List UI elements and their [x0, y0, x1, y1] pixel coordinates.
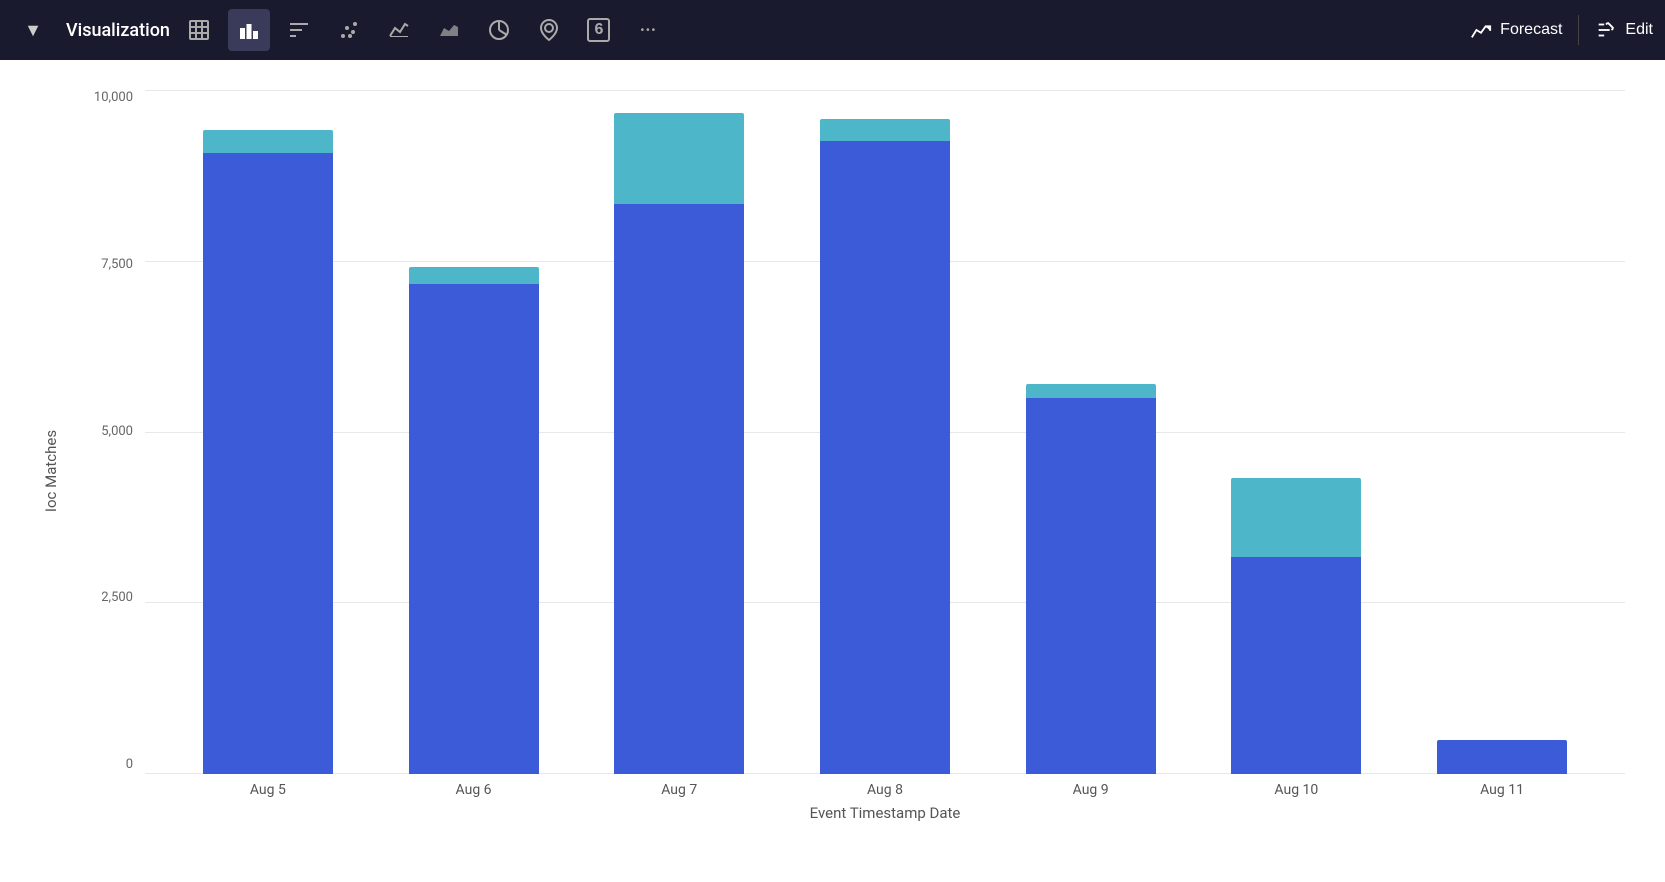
bar-group-aug-11	[1432, 90, 1572, 774]
sorted-list-icon-button[interactable]	[278, 9, 320, 51]
chart-inner: 0 2,500 5,000 7,500 10,000	[80, 90, 1625, 822]
area-chart-icon-button[interactable]	[428, 9, 470, 51]
y-tick-0: 0	[126, 757, 133, 772]
y-axis-label: Ioc Matches	[42, 430, 60, 512]
x-tick-aug-6: Aug 6	[404, 782, 544, 798]
area-chart-icon	[437, 18, 461, 42]
edit-label: Edit	[1625, 21, 1653, 39]
y-tick-2500: 2,500	[101, 590, 133, 605]
edit-icon	[1595, 19, 1617, 41]
visualization-title: Visualization	[66, 20, 170, 41]
x-tick-aug-5: Aug 5	[198, 782, 338, 798]
bar-bottom-3	[820, 141, 950, 774]
chart-plot: 0 2,500 5,000 7,500 10,000	[80, 90, 1625, 774]
forecast-icon	[1470, 19, 1492, 41]
scatter-icon	[337, 18, 361, 42]
more-icon-button[interactable]: •••	[628, 9, 670, 51]
bar-top-0	[203, 130, 333, 153]
forecast-button[interactable]: Forecast	[1470, 19, 1562, 41]
bar-bottom-2	[614, 204, 744, 774]
bar-group-aug-6	[404, 90, 544, 774]
x-tick-aug-9: Aug 9	[1021, 782, 1161, 798]
x-tick-aug-11: Aug 11	[1432, 782, 1572, 798]
bar-group-aug-5	[198, 90, 338, 774]
toolbar: ▼ Visualization	[0, 0, 1665, 60]
map-icon	[537, 18, 561, 42]
sorted-list-icon	[287, 18, 311, 42]
toolbar-left: ▼ Visualization	[12, 9, 1466, 51]
map-icon-button[interactable]	[528, 9, 570, 51]
x-tick-aug-8: Aug 8	[815, 782, 955, 798]
y-tick-5000: 5,000	[101, 424, 133, 439]
x-axis-label: Event Timestamp Date	[145, 804, 1625, 822]
toolbar-right: Forecast Edit	[1470, 15, 1653, 45]
x-axis: Aug 5 Aug 6 Aug 7 Aug 8 Aug 9 Aug 10 Aug 11	[145, 774, 1625, 798]
more-icon: •••	[641, 25, 658, 36]
edit-button[interactable]: Edit	[1595, 19, 1653, 41]
bar-bottom-4	[1026, 398, 1156, 774]
bar-top-1	[409, 267, 539, 284]
bar-group-aug-9	[1021, 90, 1161, 774]
x-tick-aug-7: Aug 7	[609, 782, 749, 798]
bar-bottom-0	[203, 153, 333, 774]
y-tick-10000: 10,000	[94, 90, 133, 105]
bar-top-2	[614, 113, 744, 204]
bar-bottom-1	[409, 284, 539, 774]
line-chart-icon-button[interactable]	[378, 9, 420, 51]
x-tick-aug-10: Aug 10	[1226, 782, 1366, 798]
plot-area	[145, 90, 1625, 774]
line-chart-icon	[387, 18, 411, 42]
collapse-icon: ▼	[24, 20, 42, 41]
pie-chart-icon-button[interactable]	[478, 9, 520, 51]
toolbar-divider	[1578, 15, 1579, 45]
bar-bottom-6	[1437, 740, 1567, 774]
chart-container: Ioc Matches 0 2,500 5,000 7,500 10,000	[0, 60, 1665, 882]
table-icon	[187, 18, 211, 42]
pie-chart-icon	[487, 18, 511, 42]
table-icon-button[interactable]	[178, 9, 220, 51]
bar-top-3	[820, 119, 950, 142]
bar-group-aug-8	[815, 90, 955, 774]
y-tick-7500: 7,500	[101, 257, 133, 272]
bar-top-5	[1231, 478, 1361, 558]
bar-group-aug-7	[609, 90, 749, 774]
y-axis: 0 2,500 5,000 7,500 10,000	[80, 90, 145, 774]
forecast-label: Forecast	[1500, 21, 1562, 39]
scatter-icon-button[interactable]	[328, 9, 370, 51]
bar-bottom-5	[1231, 557, 1361, 774]
bar-top-4	[1026, 384, 1156, 398]
bar-chart-icon-button[interactable]	[228, 9, 270, 51]
number-icon: 6	[587, 18, 610, 42]
bar-chart-icon	[237, 18, 261, 42]
bars-row	[145, 90, 1625, 774]
bar-group-aug-10	[1226, 90, 1366, 774]
number-icon-button[interactable]: 6	[578, 9, 620, 51]
collapse-button[interactable]: ▼	[12, 9, 54, 51]
